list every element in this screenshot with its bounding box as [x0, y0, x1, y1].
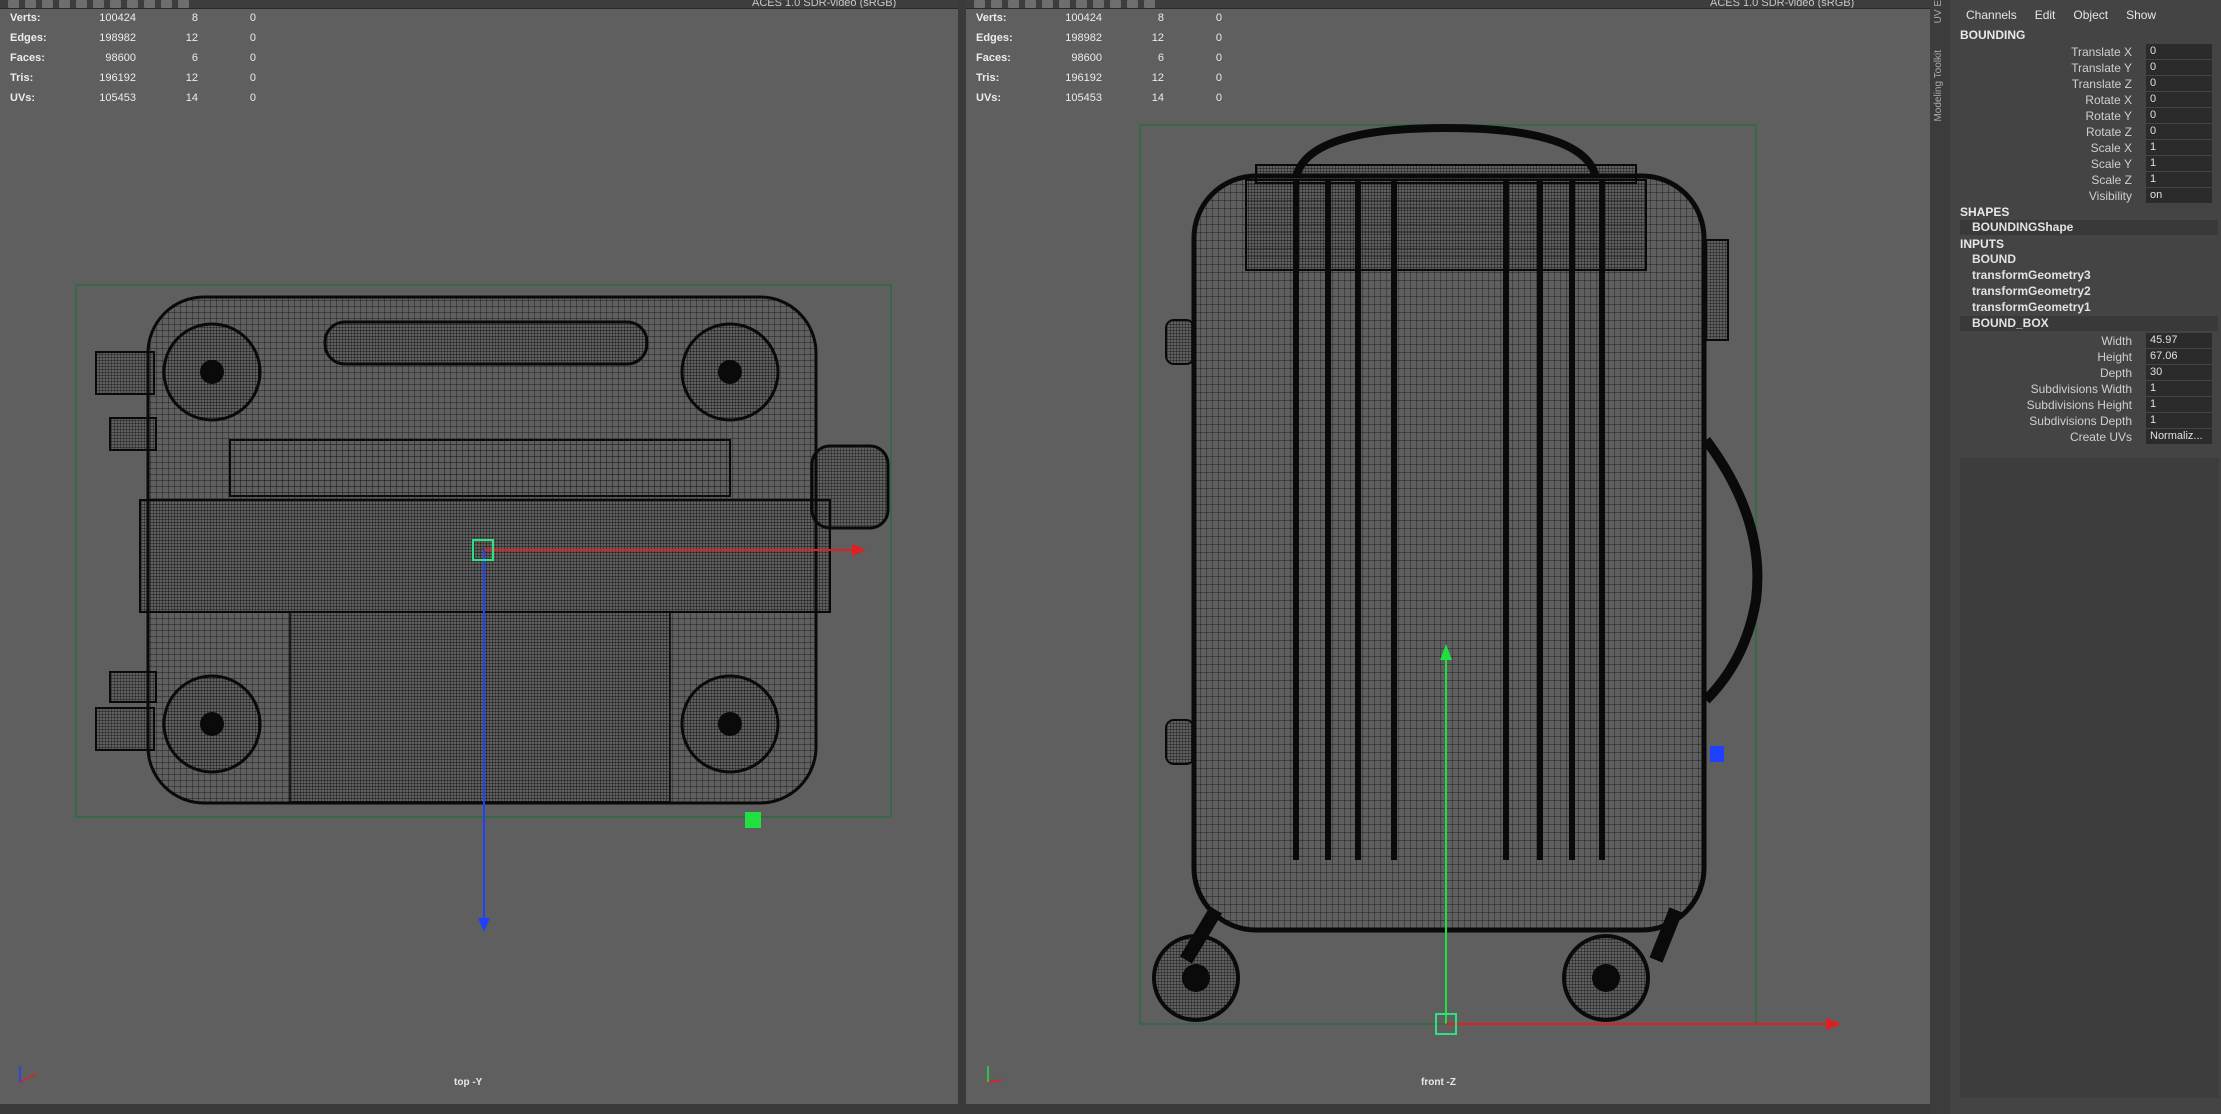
wheel-bottom-right	[680, 674, 780, 774]
node-name[interactable]: BOUNDING	[1960, 28, 2025, 42]
suitcase-top-handle	[323, 320, 649, 366]
scale-handle[interactable]	[1710, 746, 1724, 762]
attr-rotate-z[interactable]: Rotate Z0	[1950, 124, 2221, 140]
wheel-top-right	[680, 322, 780, 422]
attr-rotate-x[interactable]: Rotate X0	[1950, 92, 2221, 108]
side-handle	[1701, 437, 1763, 704]
input-item[interactable]: BOUND_BOX	[1960, 316, 2218, 331]
viewport-top[interactable]: ACES 1.0 SDR-video (sRGB) Verts: 100424 8 0…	[0, 0, 958, 1104]
scale-handle[interactable]	[745, 812, 761, 828]
axis-indicator-icon	[19, 1066, 37, 1083]
menu-show[interactable]: Show	[2126, 8, 2156, 22]
camera-label: front -Z	[1421, 1077, 1456, 1088]
menu-object[interactable]: Object	[2073, 8, 2108, 22]
attr-subdivisions-width[interactable]: Subdivisions Width 1	[1950, 381, 2221, 397]
inputs-header: INPUTS	[1960, 237, 2005, 251]
tab-modeling-toolkit[interactable]: Modeling Toolkit	[1933, 50, 1944, 122]
attr-translate-z[interactable]: Translate Z0	[1950, 76, 2221, 92]
menu-channels[interactable]: Channels	[1966, 8, 2017, 22]
attr-subdivisions-depth[interactable]: Subdivisions Depth 1	[1950, 413, 2221, 429]
attr-visibility[interactable]: Visibility on	[1950, 188, 2221, 204]
attr-depth[interactable]: Depth 30	[1950, 365, 2221, 381]
tab-uv-editor[interactable]: UV E	[1933, 0, 1944, 23]
attr-scale-y[interactable]: Scale Y1	[1950, 156, 2221, 172]
suitcase-front-wireframe[interactable]	[966, 0, 1930, 1104]
input-item[interactable]: transformGeometry2	[1960, 284, 2218, 299]
suitcase-top-wireframe[interactable]	[0, 0, 958, 1104]
viewport-divider[interactable]	[958, 0, 966, 1104]
z-axis-arrow-icon[interactable]	[478, 918, 490, 932]
axis-indicator-icon	[987, 1066, 1003, 1083]
attr-rotate-y[interactable]: Rotate Y0	[1950, 108, 2221, 124]
suitcase-lock-panel	[229, 439, 731, 497]
camera-label: top -Y	[454, 1077, 483, 1088]
attr-translate-y[interactable]: Translate Y0	[1950, 60, 2221, 76]
suitcase-body	[1191, 173, 1707, 933]
bottom-status-strip	[0, 1104, 2221, 1114]
attr-width[interactable]: Width 45.97	[1950, 333, 2221, 349]
channel-box-empty-area	[1960, 458, 2219, 1098]
suitcase-ribs	[289, 611, 671, 803]
menu-edit[interactable]: Edit	[2035, 8, 2056, 22]
attr-create-uvs[interactable]: Create UVs Normaliz...	[1950, 429, 2221, 445]
input-item[interactable]: transformGeometry1	[1960, 300, 2218, 315]
wheel-left	[1152, 906, 1240, 1022]
viewport-front[interactable]: ACES 1.0 SDR-video (sRGB) Verts: 100424 8 0…	[966, 0, 1930, 1104]
side-handle	[810, 444, 890, 530]
input-item[interactable]: BOUND	[1960, 252, 2218, 267]
x-axis-arrow-icon[interactable]	[1826, 1018, 1842, 1030]
attr-translate-x[interactable]: Translate X0	[1950, 44, 2221, 60]
attr-scale-x[interactable]: Scale X1	[1950, 140, 2221, 156]
x-axis-arrow-icon[interactable]	[852, 544, 866, 556]
channel-box: Channels Edit Object Show BOUNDING Trans…	[1950, 0, 2221, 1114]
shape-item[interactable]: BOUNDINGShape	[1960, 220, 2218, 235]
attr-scale-z[interactable]: Scale Z1	[1950, 172, 2221, 188]
side-tab-strip	[1930, 0, 1950, 1114]
attr-height[interactable]: Height 67.06	[1950, 349, 2221, 365]
shapes-header: SHAPES	[1960, 205, 2010, 219]
attr-subdivisions-height[interactable]: Subdivisions Height 1	[1950, 397, 2221, 413]
input-item[interactable]: transformGeometry3	[1960, 268, 2218, 283]
channel-box-menu: Channels Edit Object Show	[1966, 8, 2156, 22]
